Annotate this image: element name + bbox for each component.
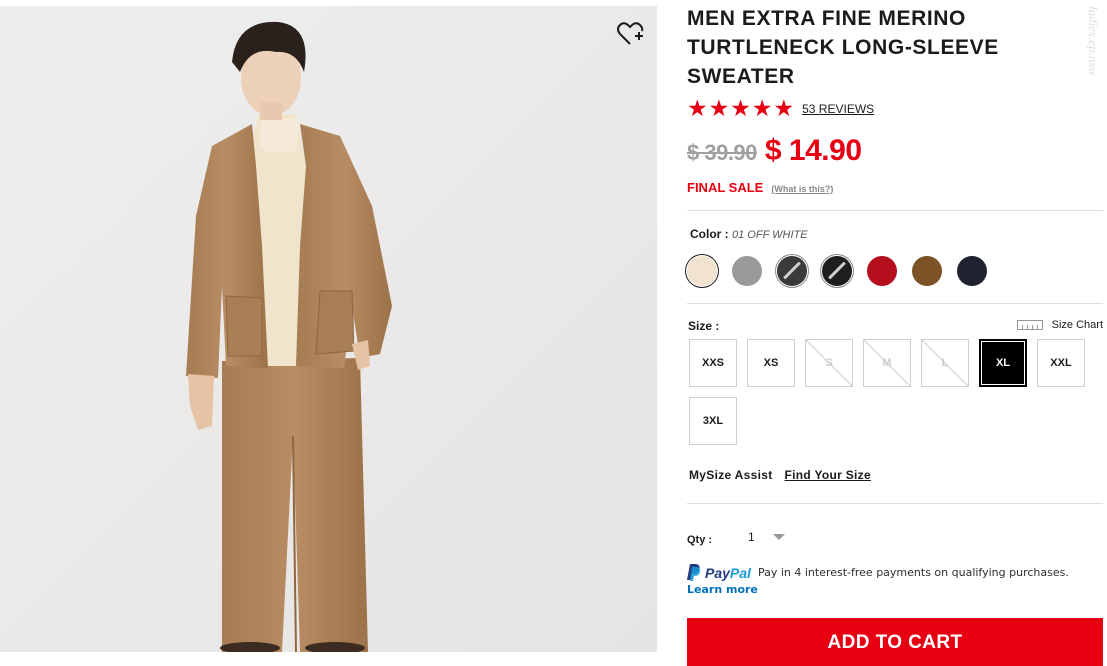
color-label-row: Color : 01 OFF WHITE	[690, 227, 808, 241]
star-icon: ★	[773, 95, 795, 121]
size-option-3xl[interactable]: 3XL	[689, 397, 737, 445]
color-swatch-dark-gray[interactable]	[777, 256, 807, 286]
ruler-icon	[1016, 320, 1043, 330]
star-icon: ★	[730, 95, 751, 121]
paypal-text: Pay in 4 interest-free payments on quali…	[757, 566, 1069, 579]
rating: ★ ★ ★ ★ ★ 53 REVIEWS	[687, 97, 874, 120]
color-swatch-brown[interactable]	[912, 256, 942, 286]
qty-select[interactable]: 1	[748, 530, 785, 544]
color-swatch-off-white[interactable]	[687, 256, 717, 286]
mysize-assist: MySize Assist Find Your Size	[689, 468, 871, 482]
size-option-xl[interactable]: XL	[979, 339, 1027, 387]
model-photo	[0, 6, 657, 652]
find-your-size-link[interactable]: Find Your Size	[785, 468, 871, 482]
size-option-xs[interactable]: XS	[747, 339, 795, 387]
size-label: Size :	[688, 319, 720, 333]
reviews-link[interactable]: 53 REVIEWS	[802, 102, 874, 116]
watermark: ladies.ep.nsw	[1086, 6, 1101, 77]
wishlist-heart-icon[interactable]	[616, 20, 644, 48]
color-swatches	[687, 256, 1002, 286]
size-option-m[interactable]: M	[863, 339, 911, 387]
star-icon: ★	[708, 95, 730, 121]
qty-label: Qty :	[687, 534, 713, 546]
color-swatch-black[interactable]	[822, 256, 852, 286]
paypal-wordmark: PayPal	[705, 564, 751, 581]
size-option-xxl[interactable]: XXL	[1037, 339, 1085, 387]
size-option-xxs[interactable]: XXS	[689, 339, 737, 387]
size-option-s[interactable]: S	[805, 339, 853, 387]
divider	[687, 503, 1103, 504]
divider	[687, 303, 1103, 304]
size-option-l[interactable]: L	[921, 339, 969, 387]
final-sale: FINAL SALE (What is this?)	[687, 180, 833, 195]
rating-stars: ★ ★ ★ ★ ★	[687, 97, 795, 120]
original-price: $ 39.90	[687, 140, 757, 165]
size-chart-link[interactable]: Size Chart	[1016, 319, 1103, 331]
paypal-logo-icon	[687, 564, 701, 581]
divider	[687, 210, 1103, 211]
final-sale-help-link[interactable]: (What is this?)	[771, 184, 833, 194]
price-block: $ 39.90 $ 14.90	[687, 134, 862, 168]
product-image	[0, 6, 657, 652]
selected-color: 01 OFF WHITE	[732, 229, 808, 241]
sale-price: $ 14.90	[764, 134, 862, 167]
star-icon: ★	[751, 95, 773, 121]
color-swatch-navy[interactable]	[957, 256, 987, 286]
paypal-learn-more-link[interactable]: Learn more	[687, 583, 758, 596]
color-swatch-gray[interactable]	[732, 256, 762, 286]
add-to-cart-button[interactable]: ADD TO CART	[687, 618, 1103, 666]
paypal-message: PayPal Pay in 4 interest-free payments o…	[687, 564, 1069, 581]
star-icon: ★	[687, 95, 708, 121]
final-sale-label: FINAL SALE	[687, 180, 764, 195]
chevron-down-icon	[772, 534, 785, 540]
color-swatch-red[interactable]	[867, 256, 897, 286]
product-title: MEN EXTRA FINE MERINO TURTLENECK LONG-SL…	[687, 7, 999, 88]
